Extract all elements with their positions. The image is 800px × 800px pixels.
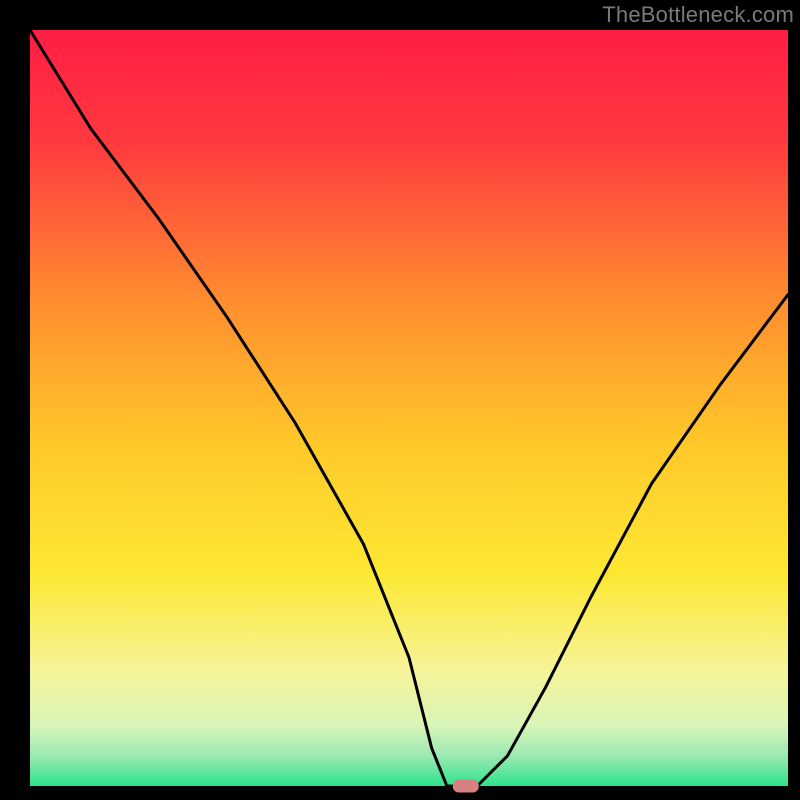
optimal-marker: [453, 780, 479, 793]
bottleneck-chart: [0, 0, 800, 800]
watermark-text: TheBottleneck.com: [602, 2, 794, 28]
plot-background: [30, 30, 788, 786]
chart-container: TheBottleneck.com: [0, 0, 800, 800]
